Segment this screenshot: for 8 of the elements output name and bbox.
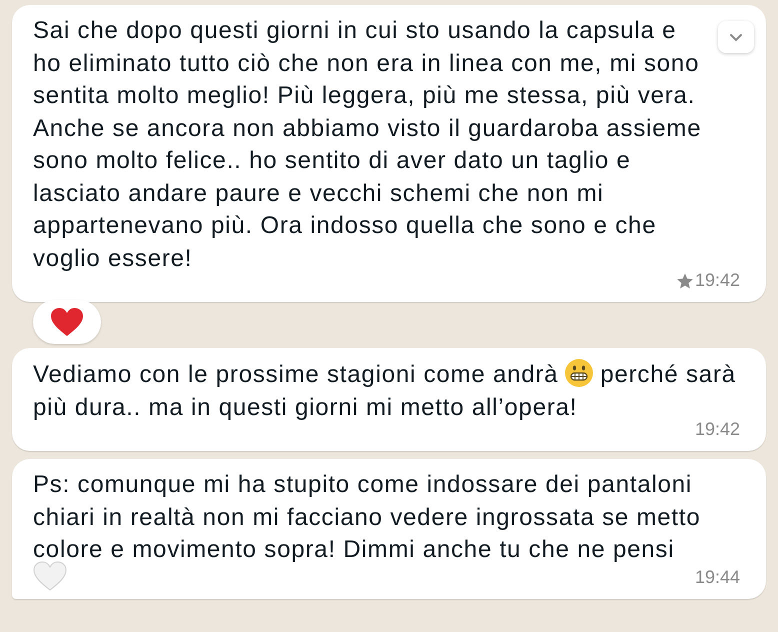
chevron-down-icon [729,32,743,42]
reaction-badge[interactable] [33,300,101,344]
message-menu-button[interactable] [718,21,754,53]
heart-icon [50,307,84,337]
message-time: 19:44 [694,566,740,588]
heart-icon [33,560,67,590]
grimacing-face-icon [564,358,594,388]
message-text: Ps: comunque mi ha stupito come indossare dei pantaloni chiari in realtà non mi facciano vedere ingrossata se metto colore e movimento sopra! Dimmi anche tu che ne pensi [33,470,702,565]
